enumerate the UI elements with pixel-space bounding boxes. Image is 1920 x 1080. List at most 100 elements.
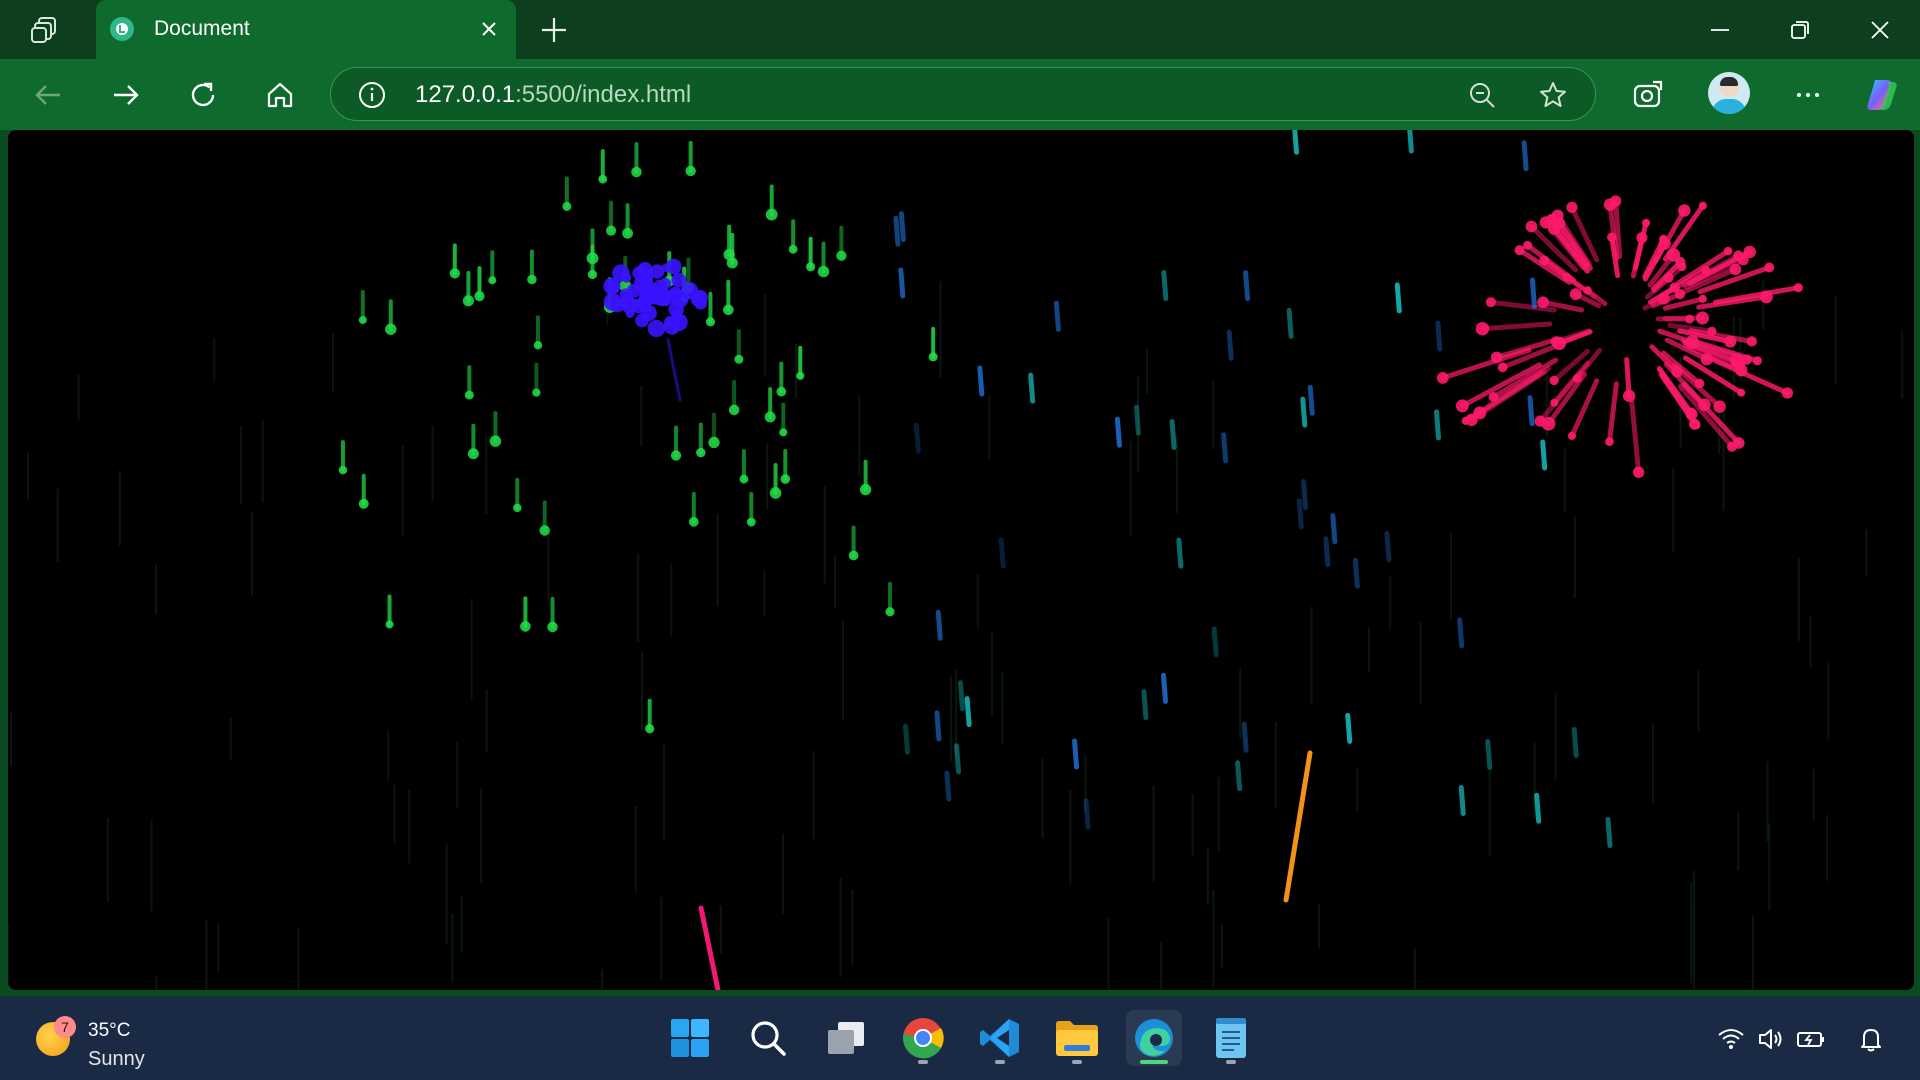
minimize-icon[interactable] <box>1702 12 1738 48</box>
close-window-icon[interactable] <box>1862 12 1898 48</box>
falling-spark <box>1226 329 1234 361</box>
edge-icon[interactable] <box>1126 1010 1182 1066</box>
forward-icon[interactable] <box>106 75 146 115</box>
green-spark-head <box>622 227 633 239</box>
notepad-icon[interactable] <box>1203 1010 1259 1066</box>
falling-spark <box>898 267 906 299</box>
green-spark-head <box>385 323 397 335</box>
back-icon[interactable] <box>28 75 68 115</box>
falling-spark <box>1330 513 1338 545</box>
tab-title: Document <box>154 17 250 40</box>
pink-spark-head <box>1497 362 1508 373</box>
falling-spark <box>1243 270 1251 302</box>
refresh-icon[interactable] <box>183 75 223 115</box>
wifi-icon[interactable] <box>1716 1024 1746 1054</box>
home-icon[interactable] <box>260 75 300 115</box>
pink-spark-head <box>1713 400 1726 413</box>
green-spark-head <box>739 474 749 484</box>
green-spark-head <box>539 525 550 536</box>
blue-spark <box>632 266 647 281</box>
new-tab-icon[interactable] <box>536 12 572 48</box>
weather-widget[interactable]: 7 35°C Sunny <box>32 1006 182 1070</box>
falling-spark <box>1301 479 1309 511</box>
vscode-icon[interactable] <box>972 1010 1028 1066</box>
green-spark-head <box>728 404 740 416</box>
running-indicator <box>1226 1060 1236 1064</box>
pink-spark-head <box>1475 321 1490 336</box>
green-spark-head <box>606 225 617 236</box>
fireworks-canvas[interactable] <box>8 130 1914 990</box>
pink-spark-head <box>1583 286 1592 295</box>
notification-bell-icon[interactable] <box>1856 1024 1886 1054</box>
falling-spark <box>1485 739 1493 771</box>
falling-spark <box>1114 416 1122 448</box>
address-bar[interactable]: 127.0.0.1:5500/index.html <box>330 67 1596 121</box>
falling-spark <box>1211 626 1219 658</box>
battery-icon[interactable] <box>1796 1024 1826 1054</box>
browser-tab[interactable]: Document <box>96 0 516 59</box>
pink-spark-head <box>1632 466 1645 478</box>
search-icon[interactable] <box>740 1010 796 1066</box>
green-spark-head <box>779 428 788 437</box>
pink-spark-head <box>1669 282 1680 293</box>
profile-avatar[interactable] <box>1708 72 1750 114</box>
pink-spark-head <box>1781 387 1794 399</box>
green-spark-head <box>848 550 859 561</box>
weather-temperature: 35°C <box>88 1020 131 1041</box>
pink-spark-head <box>1485 297 1496 308</box>
zoom-out-icon[interactable] <box>1467 80 1497 110</box>
falling-spark <box>1352 557 1360 589</box>
falling-spark <box>935 609 943 641</box>
workspaces-icon[interactable] <box>26 13 64 47</box>
restore-icon[interactable] <box>1782 12 1818 48</box>
pink-spark-head <box>1737 388 1746 397</box>
green-spark-head <box>723 304 734 316</box>
green-spark-head <box>513 503 522 513</box>
site-info-icon[interactable] <box>357 80 387 110</box>
pink-spark <box>1629 397 1642 475</box>
green-spark-head <box>338 465 348 475</box>
green-spark-head <box>765 208 778 221</box>
pink-spark-head <box>1793 283 1803 293</box>
pink-spark-head <box>1723 246 1733 256</box>
file-explorer-icon[interactable] <box>1049 1010 1105 1066</box>
blue-spark <box>693 290 708 305</box>
chrome-icon[interactable] <box>895 1010 951 1066</box>
screenshot-icon[interactable] <box>1628 75 1668 115</box>
falling-spark <box>1286 307 1294 339</box>
falling-spark <box>1307 384 1315 416</box>
pink-spark-head <box>1551 209 1564 222</box>
green-spark-head <box>520 621 531 632</box>
falling-spark <box>1072 738 1080 770</box>
running-indicator <box>918 1060 928 1064</box>
falling-spark <box>1160 672 1168 704</box>
green-spark-head <box>746 517 756 527</box>
pink-spark-head <box>1707 326 1717 336</box>
task-view-icon[interactable] <box>818 1010 874 1066</box>
tab-close-icon[interactable] <box>476 16 502 42</box>
falling-spark <box>1521 140 1529 172</box>
green-spark-head <box>467 448 479 460</box>
falling-spark <box>1141 689 1149 721</box>
falling-spark <box>1527 395 1535 427</box>
title-bar: Document <box>0 0 1920 59</box>
volume-icon[interactable] <box>1756 1024 1786 1054</box>
start-icon[interactable] <box>662 1010 718 1066</box>
falling-spark <box>1292 130 1300 155</box>
green-spark-head <box>688 517 699 527</box>
taskbar: 7 35°C Sunny <box>0 996 1920 1080</box>
pink-spark-head <box>1607 232 1617 242</box>
pink-spark-head <box>1663 272 1674 283</box>
blue-trail <box>666 338 682 402</box>
pink-spark-head <box>1737 254 1749 266</box>
green-spark-head <box>859 483 872 496</box>
running-indicator <box>1072 1060 1082 1064</box>
blue-spark <box>603 277 621 295</box>
pink-spark-head <box>1659 234 1668 244</box>
more-options-icon[interactable] <box>1788 75 1828 115</box>
falling-spark <box>1345 712 1353 744</box>
url-host: 127.0.0.1 <box>415 81 516 108</box>
favorite-star-icon[interactable] <box>1537 79 1569 111</box>
url-text[interactable]: 127.0.0.1:5500/index.html <box>415 81 691 109</box>
copilot-icon[interactable] <box>1862 75 1902 115</box>
